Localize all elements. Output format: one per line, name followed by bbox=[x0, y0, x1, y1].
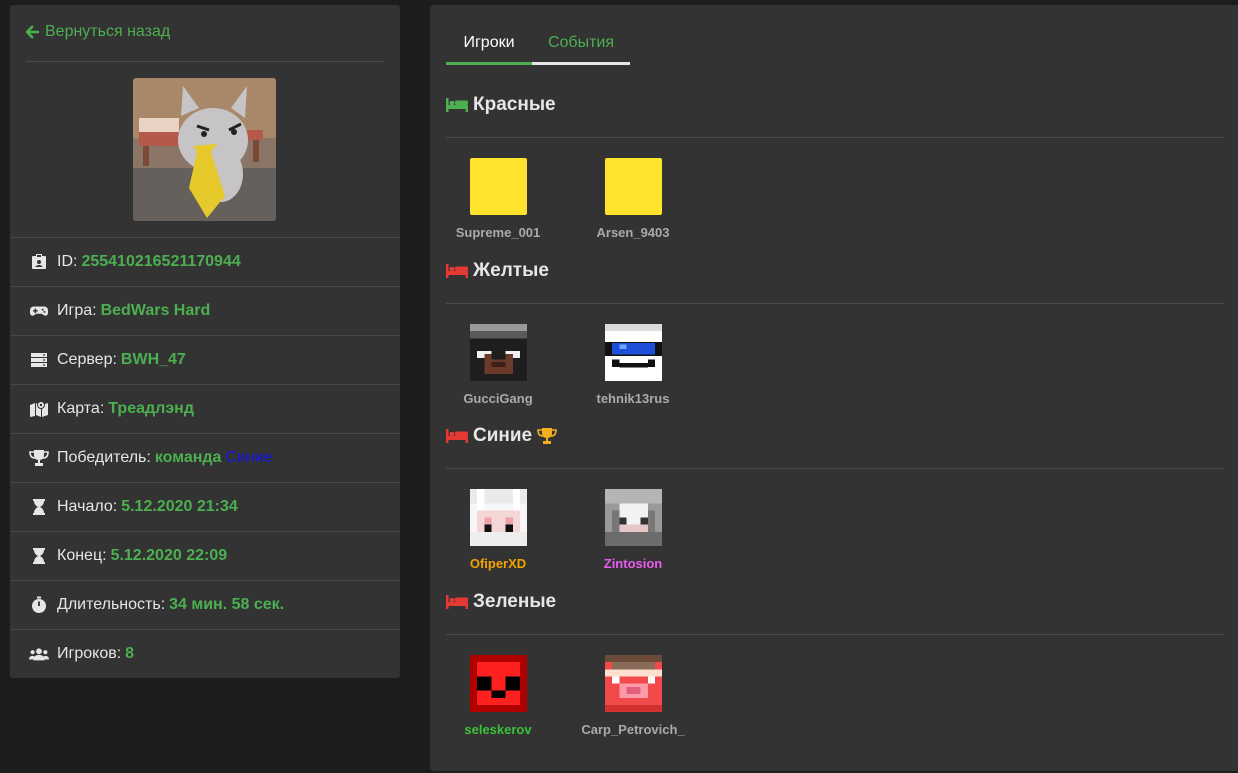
player-avatar bbox=[469, 158, 527, 215]
match-info-card: Вернуться назад ID: 255410216521170944 И… bbox=[10, 5, 400, 678]
player-card[interactable]: OfiperXD bbox=[433, 489, 563, 571]
winner-label: Победитель: bbox=[57, 449, 151, 466]
info-row-game: Игра: BedWars Hard bbox=[10, 286, 400, 335]
id-label: ID: bbox=[57, 253, 78, 270]
start-value: 5.12.2020 21:34 bbox=[121, 498, 238, 515]
team-header-yellow: Желтые bbox=[446, 257, 549, 285]
server-value: BWH_47 bbox=[120, 351, 186, 368]
player-avatar bbox=[469, 655, 527, 712]
team-name: Красные bbox=[473, 94, 556, 115]
player-name: Zintosion bbox=[603, 556, 663, 571]
end-value: 5.12.2020 22:09 bbox=[110, 547, 228, 564]
bed-icon bbox=[446, 595, 468, 609]
team-header-blue: Синие bbox=[446, 422, 557, 450]
info-row-server: Сервер: BWH_47 bbox=[10, 335, 400, 384]
players-label: Игроков: bbox=[57, 645, 122, 662]
match-info-list: ID: 255410216521170944 Игра: BedWars Har… bbox=[10, 237, 400, 678]
winner-team-name: Синие bbox=[225, 449, 273, 466]
info-row-id: ID: 255410216521170944 bbox=[10, 237, 400, 286]
divider bbox=[446, 468, 1224, 469]
map-value: Треадлэнд bbox=[108, 400, 194, 417]
bed-icon bbox=[446, 429, 468, 443]
player-name: seleskerov bbox=[464, 722, 532, 737]
divider bbox=[446, 137, 1224, 138]
player-avatar bbox=[469, 489, 527, 546]
player-card[interactable]: Arsen_9403 bbox=[568, 158, 698, 240]
bed-icon bbox=[446, 98, 468, 112]
player-name: GucciGang bbox=[463, 391, 533, 406]
game-label: Игра: bbox=[57, 302, 97, 319]
players-value: 8 bbox=[125, 645, 135, 662]
player-avatar bbox=[469, 324, 527, 381]
id-card-icon bbox=[29, 253, 49, 271]
hourglass-end-icon bbox=[29, 547, 49, 565]
server-icon bbox=[29, 351, 49, 369]
player-name: tehnik13rus bbox=[596, 391, 670, 406]
users-icon bbox=[29, 645, 49, 663]
info-row-end: Конец: 5.12.2020 22:09 bbox=[10, 531, 400, 580]
players-panel: Игроки События Красные Supreme_001 Arsen… bbox=[430, 5, 1238, 771]
back-link-label: Вернуться назад bbox=[45, 23, 171, 40]
start-label: Начало: bbox=[57, 498, 118, 515]
end-label: Конец: bbox=[57, 547, 107, 564]
duration-value: 34 мин. 58 сек. bbox=[169, 596, 285, 613]
player-avatar bbox=[604, 655, 662, 712]
player-name: OfiperXD bbox=[469, 556, 527, 571]
player-name: Arsen_9403 bbox=[596, 225, 670, 240]
duration-label: Длительность: bbox=[57, 596, 166, 613]
trophy-icon bbox=[29, 449, 49, 467]
winner-trophy-icon bbox=[537, 428, 557, 444]
map-icon bbox=[29, 400, 49, 418]
team-header-red: Красные bbox=[446, 91, 556, 119]
id-value: 255410216521170944 bbox=[81, 253, 241, 270]
hourglass-icon bbox=[29, 498, 49, 516]
player-name: Supreme_001 bbox=[455, 225, 541, 240]
info-row-start: Начало: 5.12.2020 21:34 bbox=[10, 482, 400, 531]
team-header-green: Зеленые bbox=[446, 588, 556, 616]
tab-bar: Игроки События bbox=[446, 23, 630, 65]
player-avatar bbox=[604, 158, 662, 215]
player-card[interactable]: Zintosion bbox=[568, 489, 698, 571]
player-name: Carp_Petrovich_ bbox=[581, 722, 685, 737]
team-name: Зеленые bbox=[473, 591, 557, 612]
divider bbox=[446, 634, 1224, 635]
player-avatar bbox=[604, 324, 662, 381]
player-avatar bbox=[604, 489, 662, 546]
winner-value: команда bbox=[154, 449, 222, 466]
info-row-map: Карта: Треадлэнд bbox=[10, 384, 400, 433]
tab-events[interactable]: События bbox=[532, 23, 630, 65]
map-preview-image bbox=[133, 78, 276, 221]
gamepad-icon bbox=[29, 302, 49, 320]
map-label: Карта: bbox=[57, 400, 105, 417]
server-label: Сервер: bbox=[57, 351, 117, 368]
stopwatch-icon bbox=[29, 596, 49, 614]
team-name: Желтые bbox=[473, 260, 549, 281]
divider bbox=[446, 303, 1224, 304]
tab-players[interactable]: Игроки bbox=[446, 23, 532, 65]
bed-icon bbox=[446, 264, 468, 278]
player-card[interactable]: seleskerov bbox=[433, 655, 563, 737]
player-card[interactable]: GucciGang bbox=[433, 324, 563, 406]
player-card[interactable]: tehnik13rus bbox=[568, 324, 698, 406]
divider bbox=[26, 61, 384, 62]
player-card[interactable]: Supreme_001 bbox=[433, 158, 563, 240]
arrow-left-icon bbox=[26, 25, 39, 39]
player-card[interactable]: Carp_Petrovich_ bbox=[568, 655, 698, 737]
game-value: BedWars Hard bbox=[100, 302, 211, 319]
back-link[interactable]: Вернуться назад bbox=[26, 22, 170, 42]
team-name: Синие bbox=[473, 425, 533, 446]
info-row-players: Игроков: 8 bbox=[10, 629, 400, 678]
info-row-duration: Длительность: 34 мин. 58 сек. bbox=[10, 580, 400, 629]
info-row-winner: Победитель: команда Синие bbox=[10, 433, 400, 482]
